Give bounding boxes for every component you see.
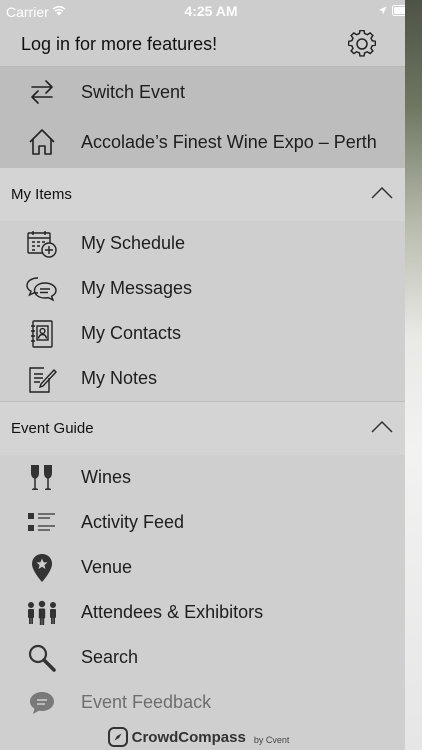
side-menu-drawer: Carrier 4:25 AM Log in for more features… — [0, 0, 405, 750]
footer-branding: CrowdCompass by Cvent — [0, 718, 405, 750]
chevron-up-icon[interactable] — [371, 421, 393, 433]
my-contacts-label: My Contacts — [81, 323, 182, 343]
switch-arrows-icon — [26, 76, 58, 108]
contact-book-icon — [26, 318, 58, 350]
compass-logo-icon — [107, 727, 128, 747]
search-item[interactable]: Search — [0, 635, 405, 680]
my-items-title: My Items — [11, 186, 72, 203]
wines-label: Wines — [81, 467, 132, 487]
battery-icon — [392, 5, 405, 16]
search-label: Search — [81, 647, 139, 667]
my-messages-item[interactable]: My Messages — [0, 266, 405, 311]
location-arrow-icon — [378, 6, 387, 15]
my-notes-label: My Notes — [81, 368, 158, 388]
current-event-label: Accolade’s Finest Wine Expo – Perth — [81, 131, 377, 152]
event-switch-section: Switch Event Accolade’s Finest Wine Expo… — [0, 67, 405, 167]
attendees-exhibitors-label: Attendees & Exhibitors — [81, 602, 264, 622]
my-messages-label: My Messages — [81, 278, 193, 298]
my-items-list: My Schedule My Messages My Contacts My N… — [0, 221, 405, 401]
event-guide-title: Event Guide — [11, 420, 94, 437]
feedback-bubble-icon — [26, 687, 58, 719]
wine-glasses-icon — [26, 462, 58, 494]
home-icon — [26, 126, 58, 158]
magnifier-icon — [26, 642, 58, 674]
crowdcompass-logo: CrowdCompass by Cvent — [107, 727, 290, 747]
event-feedback-label: Event Feedback — [81, 692, 212, 712]
attendees-exhibitors-item[interactable]: Attendees & Exhibitors — [0, 590, 405, 635]
gear-icon[interactable] — [348, 30, 376, 58]
calendar-add-icon — [26, 228, 58, 260]
activity-feed-label: Activity Feed — [81, 512, 185, 532]
my-schedule-item[interactable]: My Schedule — [0, 221, 405, 266]
chat-bubbles-icon — [26, 273, 58, 305]
status-bar: Carrier 4:25 AM — [0, 0, 405, 22]
login-prompt[interactable]: Log in for more features! — [21, 34, 217, 55]
brand-suffix: by Cvent — [253, 734, 290, 745]
chevron-up-icon[interactable] — [371, 187, 393, 199]
activity-feed-item[interactable]: Activity Feed — [0, 500, 405, 545]
current-event-item[interactable]: Accolade’s Finest Wine Expo – Perth — [0, 117, 405, 167]
venue-label: Venue — [81, 557, 133, 577]
background-content — [402, 0, 422, 750]
brand-name: CrowdCompass — [131, 728, 246, 746]
switch-event-item[interactable]: Switch Event — [0, 67, 405, 117]
my-items-header[interactable]: My Items — [0, 167, 405, 221]
wines-item[interactable]: Wines — [0, 455, 405, 500]
my-contacts-item[interactable]: My Contacts — [0, 311, 405, 356]
login-header[interactable]: Log in for more features! — [0, 22, 405, 67]
my-schedule-label: My Schedule — [81, 233, 186, 253]
map-pin-star-icon — [26, 552, 58, 584]
event-guide-header[interactable]: Event Guide — [0, 401, 405, 455]
switch-event-label: Switch Event — [81, 81, 186, 102]
people-group-icon — [26, 597, 58, 629]
status-time: 4:25 AM — [184, 3, 238, 19]
event-guide-list: Wines Activity Feed Venue Attendees & Ex… — [0, 455, 405, 725]
notepad-pen-icon — [26, 363, 58, 395]
venue-item[interactable]: Venue — [0, 545, 405, 590]
list-icon — [26, 507, 58, 539]
app-screen: Carrier 4:25 AM Log in for more features… — [0, 0, 422, 750]
my-notes-item[interactable]: My Notes — [0, 356, 405, 401]
